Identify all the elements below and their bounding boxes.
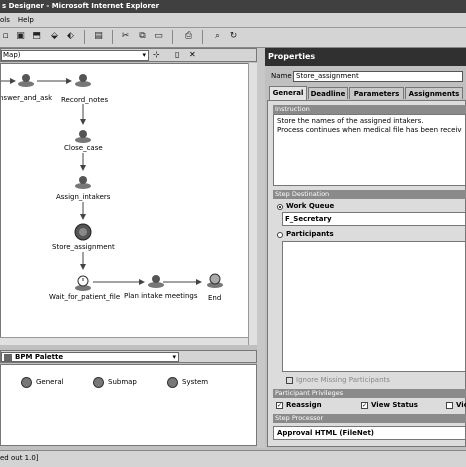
instruction-text: Store the names of the assigned intakers… [277,117,462,134]
refresh-icon[interactable]: ↻ [228,31,239,42]
work-queue-radio[interactable] [277,204,283,210]
reassign-checkbox[interactable]: ✓ [276,402,283,409]
participants-radio[interactable] [277,232,283,238]
window-title: s Designer - Microsoft Internet Explorer [2,2,160,10]
node-label: Record_notes [61,96,109,104]
step-icon-selected[interactable] [74,223,92,241]
route-icon[interactable]: ⬖ [65,31,76,42]
step-processor-field[interactable]: Approval HTML (FileNet) [273,426,466,440]
step-icon[interactable] [17,72,35,88]
view-status-checkbox[interactable]: ✓ [361,402,368,409]
map-header: Map) ▾ ⊹ ▯ ✕ [0,48,257,62]
step-icon[interactable] [147,273,165,289]
status-text: ed out 1.0] [0,454,39,462]
view-checkbox[interactable] [446,402,453,409]
submap-icon [93,376,104,388]
scissors-icon[interactable]: ✂ [120,31,131,42]
name-value: Store_assignment [296,72,359,80]
step-icon[interactable]: ⬙ [49,31,60,42]
zoom-icon[interactable]: ⌕ [212,31,223,42]
palette-item-label: System [182,378,209,386]
tab-deadline[interactable]: Deadline [308,87,348,99]
reassign-label: Reassign [286,401,322,409]
ignore-missing-label: Ignore Missing Participants [296,376,390,384]
palette-item-label: Submap [108,378,137,386]
properties-title: Properties [268,52,316,61]
view-label: Vie [456,401,466,409]
status-bar: ed out 1.0] [0,450,466,467]
map-connectors [1,78,202,285]
new-doc-icon[interactable]: ▯ [175,49,179,61]
step-processor-value: Approval HTML (FileNet) [277,429,374,437]
close-icon[interactable]: ✕ [189,49,196,61]
map-selector[interactable]: Map) ▾ [1,50,149,61]
chevron-down-icon: ▾ [172,353,176,361]
map-horizontal-scrollbar[interactable] [0,337,248,345]
palette-item-general[interactable]: General [21,376,64,388]
node-label: nswer_and_ask [0,94,53,102]
node-label: Close_case [64,144,103,152]
timer-icon[interactable] [74,274,92,291]
participants-label: Participants [286,230,334,238]
system-icon [167,376,178,388]
instruction-header: Instruction [273,105,466,114]
menu-help[interactable]: Help [18,16,34,24]
menu-bar: ols Help [0,13,466,28]
work-queue-field[interactable]: F_Secretary [282,212,466,226]
pane-splitter[interactable] [257,48,265,448]
tab-parameters[interactable]: Parameters [349,87,404,99]
toolbar: ▫ ▣ ⬒ ⬙ ⬖ ▤ ✂ ⧉ ▭ ⎙ ⌕ ↻ [0,28,466,48]
palette-item-label: General [36,378,64,386]
menu-tools[interactable]: ols [0,16,10,24]
name-row: Name Store_assignment [265,70,466,84]
copy-icon[interactable]: ⧉ [137,31,148,42]
step-icon[interactable] [74,128,92,144]
map-vertical-scrollbar[interactable] [248,63,257,345]
palette-header: BPM Palette ▾ [0,350,257,363]
view-status-label: View Status [371,401,418,409]
step-icon[interactable] [74,174,92,190]
palette-selector-value: BPM Palette [15,353,64,361]
properties-header: Properties [265,48,466,66]
node-label: Store_assignment [52,243,115,251]
name-label: Name [271,72,292,80]
chevron-down-icon: ▾ [142,51,146,59]
palette-panel: General Submap System [0,364,257,446]
palette-item-submap[interactable]: Submap [93,376,137,388]
ignore-missing-checkbox[interactable] [286,377,293,384]
general-icon [21,376,32,388]
privileges-header: Participant Privileges [273,389,466,398]
node-label: Wait_for_patient_file [49,293,121,301]
tab-assignments[interactable]: Assignments [405,87,463,99]
node-label: Assign_intakers [56,193,111,201]
palette-item-system[interactable]: System [167,376,208,388]
save-icon[interactable]: ▣ [15,31,26,42]
processor-header: Step Processor [273,414,466,423]
participants-list[interactable] [282,241,466,372]
launch-icon[interactable]: ⬒ [31,31,42,42]
map-canvas[interactable]: nswer_and_ask Record_notes Close_case As… [0,63,257,345]
cut-edge-icon[interactable]: ▫ [0,31,11,42]
tab-general[interactable]: General [269,86,307,100]
end-icon[interactable] [206,273,224,289]
properties-icon[interactable]: ▤ [93,31,104,42]
palette-icon [4,353,12,361]
work-queue-label: Work Queue [286,202,335,210]
node-label: End [208,294,222,302]
palette-selector[interactable]: BPM Palette ▾ [1,352,179,362]
pin-icon[interactable]: ⊹ [153,49,160,61]
node-label: Plan intake meetings [124,292,198,300]
work-queue-value: F_Secretary [285,215,332,223]
step-icon[interactable] [74,72,92,88]
name-field[interactable]: Store_assignment [293,71,463,82]
paste-icon[interactable]: ▭ [153,31,164,42]
window-title-bar: s Designer - Microsoft Internet Explorer [0,0,466,13]
properties-tabs: General Deadline Parameters Assignments [265,86,466,100]
print-icon[interactable]: ⎙ [183,31,194,42]
instruction-textarea[interactable]: Store the names of the assigned intakers… [273,114,466,186]
map-selector-value: Map) [3,51,21,59]
destination-header: Step Destination [273,190,466,199]
